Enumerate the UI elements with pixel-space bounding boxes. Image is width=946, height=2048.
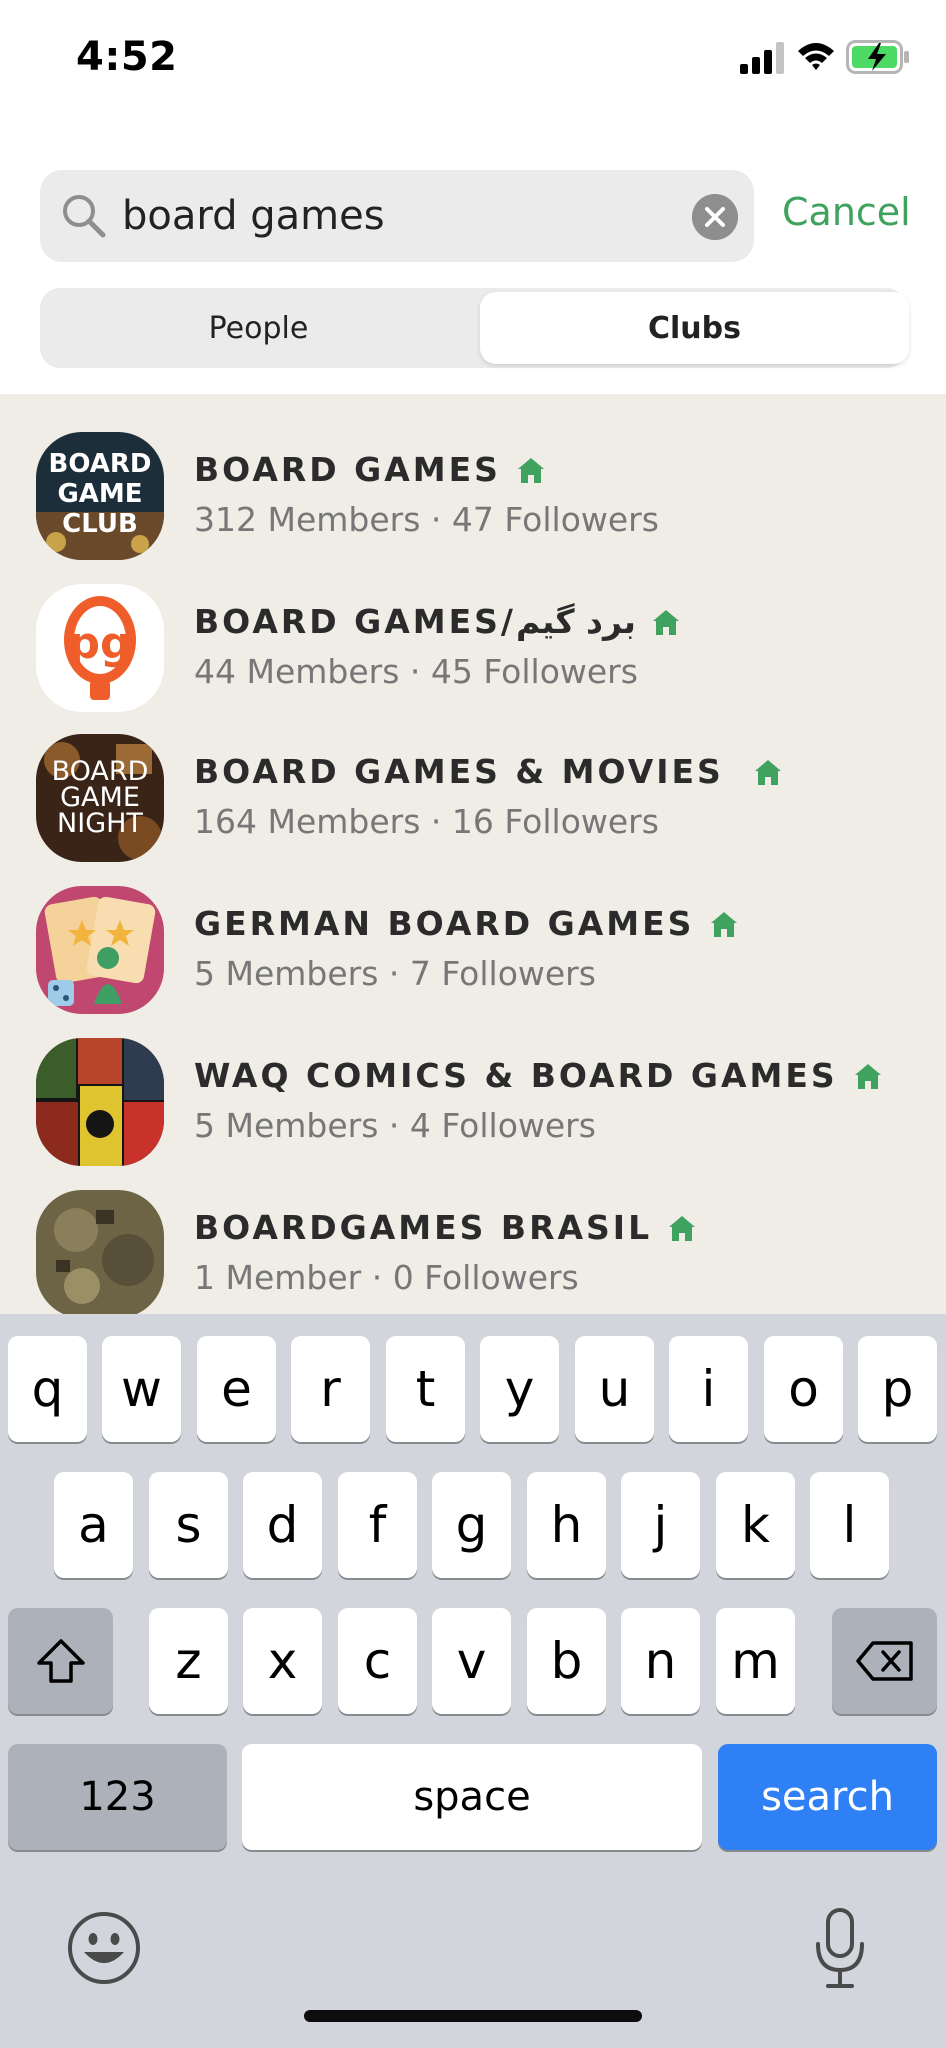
home-indicator	[304, 2010, 642, 2022]
wifi-icon	[798, 43, 834, 70]
club-avatar: BOARD GAME NIGHT	[36, 734, 164, 862]
key-u[interactable]: u	[575, 1336, 654, 1442]
key-c[interactable]: c	[338, 1608, 417, 1714]
club-avatar-text: CLUB	[62, 509, 138, 539]
search-key[interactable]: search	[718, 1744, 937, 1850]
key-r[interactable]: r	[291, 1336, 370, 1442]
key-x[interactable]: x	[243, 1608, 322, 1714]
tab-people[interactable]: People	[44, 292, 473, 364]
club-avatar-text: pg	[69, 618, 132, 669]
house-icon	[517, 457, 544, 483]
club-name: GERMAN BOARD GAMES	[194, 904, 695, 943]
key-m[interactable]: m	[716, 1608, 795, 1714]
key-j[interactable]: j	[621, 1472, 700, 1578]
shift-icon	[36, 1639, 85, 1683]
club-stats: 44 Members · 45 Followers	[194, 652, 638, 691]
key-l[interactable]: l	[810, 1472, 889, 1578]
status-time: 4:52	[76, 34, 178, 80]
shift-key[interactable]	[8, 1608, 113, 1714]
club-name: BOARD GAMES	[194, 450, 501, 489]
key-k[interactable]: k	[716, 1472, 795, 1578]
tab-clubs[interactable]: Clubs	[480, 292, 909, 364]
house-icon	[754, 759, 781, 785]
key-n[interactable]: n	[621, 1608, 700, 1714]
club-results-list: BOARD GAME CLUB BOARD GAMES 312 Members …	[0, 394, 946, 1314]
key-b[interactable]: b	[527, 1608, 606, 1714]
search-input[interactable]	[122, 184, 702, 248]
key-y[interactable]: y	[480, 1336, 559, 1442]
club-avatar-text: BOARD	[49, 449, 152, 479]
club-row[interactable]: WAQ COMICS & BOARD GAMES 5 Members · 4 F…	[0, 1038, 946, 1188]
status-bar: 4:52	[0, 0, 946, 118]
club-row[interactable]: BOARD GAME NIGHT BOARD GAMES & MOVIES 16…	[0, 734, 946, 884]
club-avatar-text: NIGHT	[57, 808, 143, 839]
club-row[interactable]: GERMAN BOARD GAMES 5 Members · 7 Followe…	[0, 886, 946, 1036]
key-f[interactable]: f	[338, 1472, 417, 1578]
club-stats: 5 Members · 7 Followers	[194, 954, 596, 993]
key-d[interactable]: d	[243, 1472, 322, 1578]
house-icon	[854, 1063, 881, 1089]
club-avatar: pg	[36, 584, 164, 712]
club-avatar	[36, 886, 164, 1014]
club-stats: 312 Members · 47 Followers	[194, 500, 659, 539]
key-t[interactable]: t	[386, 1336, 465, 1442]
cancel-button[interactable]: Cancel	[782, 190, 911, 234]
space-key[interactable]: space	[242, 1744, 702, 1850]
key-p[interactable]: p	[858, 1336, 937, 1442]
club-stats: 1 Member · 0 Followers	[194, 1258, 579, 1297]
club-row[interactable]: BOARDGAMES BRASIL 1 Member · 0 Followers	[0, 1190, 946, 1314]
clear-search-icon[interactable]	[692, 194, 738, 240]
key-i[interactable]: i	[669, 1336, 748, 1442]
key-v[interactable]: v	[432, 1608, 511, 1714]
key-z[interactable]: z	[149, 1608, 228, 1714]
club-avatar	[36, 1190, 164, 1314]
key-w[interactable]: w	[102, 1336, 181, 1442]
club-name: BOARD GAMES/برد گیم	[194, 602, 636, 641]
key-g[interactable]: g	[432, 1472, 511, 1578]
numbers-key[interactable]: 123	[8, 1744, 227, 1850]
key-h[interactable]: h	[527, 1472, 606, 1578]
key-q[interactable]: q	[8, 1336, 87, 1442]
search-bar[interactable]	[40, 170, 754, 262]
key-a[interactable]: a	[54, 1472, 133, 1578]
key-e[interactable]: e	[197, 1336, 276, 1442]
club-avatar: BOARD GAME CLUB	[36, 432, 164, 560]
club-stats: 5 Members · 4 Followers	[194, 1106, 596, 1145]
emoji-icon[interactable]	[64, 1908, 144, 1988]
cellular-signal-icon	[740, 42, 784, 74]
club-avatar-text: GAME	[57, 479, 142, 509]
club-name: BOARDGAMES BRASIL	[194, 1208, 653, 1247]
backspace-icon	[855, 1641, 913, 1681]
results-tab-switcher: People Clubs	[40, 288, 909, 368]
backspace-key[interactable]	[832, 1608, 937, 1714]
house-icon	[652, 609, 679, 635]
search-icon	[63, 195, 106, 238]
club-stats: 164 Members · 16 Followers	[194, 802, 659, 841]
house-icon	[669, 1215, 696, 1241]
battery-charging-icon	[846, 40, 909, 74]
microphone-icon[interactable]	[812, 1906, 868, 1992]
club-name: WAQ COMICS & BOARD GAMES	[194, 1056, 838, 1095]
house-icon	[711, 911, 738, 937]
club-avatar	[36, 1038, 164, 1166]
club-name: BOARD GAMES & MOVIES	[194, 752, 724, 791]
club-row[interactable]: pg BOARD GAMES/برد گیم 44 Members · 45 F…	[0, 584, 946, 734]
key-o[interactable]: o	[764, 1336, 843, 1442]
key-s[interactable]: s	[149, 1472, 228, 1578]
club-row[interactable]: BOARD GAME CLUB BOARD GAMES 312 Members …	[0, 432, 946, 582]
